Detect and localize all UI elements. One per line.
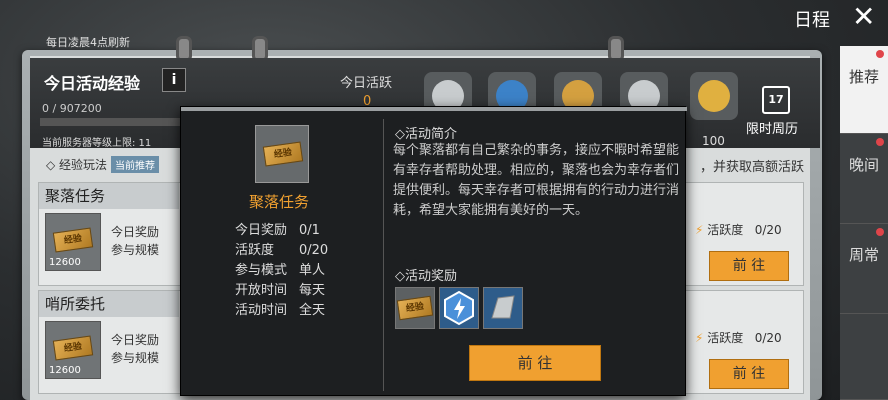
reward-scroll-slot[interactable] [483,287,523,329]
exp-ticket-icon: 经验 [262,141,304,167]
tab-evening[interactable]: 晚间 [840,134,888,224]
today-active-label: 今日活跃 [340,76,393,91]
card-active: ⚡ 活跃度 0/20 [695,329,782,346]
stat-row: 开放时间 每天 [235,281,328,301]
stat-row: 参与模式 单人 [235,261,328,281]
refresh-note: 每日凌晨4点刷新 [46,36,130,49]
side-tab-empty [840,314,888,400]
reward-label: 今日奖励 [111,333,160,347]
reward-label: 今日奖励 [111,225,160,239]
tab-weekly[interactable]: 周常 [840,224,888,314]
exp-ticket-icon: 经验 [396,295,434,321]
server-level-text: 当前服务器等级上限: 11 [42,138,152,149]
info-button[interactable]: i [162,68,186,92]
schedule-title: 日程 [794,10,830,31]
reward-title: ◇活动奖励 [395,269,457,284]
stat-value: 单人 [299,263,326,278]
active-label: 活跃度 [707,331,744,345]
card-thumbnail: 经验 12600 [45,321,101,379]
intro-text: 每个聚落都有自己繁杂的事务，接应不暇时希望能有幸存者帮助处理。相应的，聚落也会为… [393,143,680,218]
scale-label: 参与规模 [111,351,160,365]
notification-dot [876,228,884,236]
activity-name: 聚落任务 [249,193,310,211]
popup-go-button[interactable]: 前 往 [469,345,601,381]
tab-weekly-label: 周常 [848,246,879,264]
page-title: 今日活动经验 [44,74,141,93]
reward-exp-slot[interactable]: 经验 [395,287,435,329]
popup-top-border [181,107,687,111]
max-active-value: 100 [702,134,725,148]
activity-stats: 今日奖励 0/1 活跃度 0/20 参与模式 单人 开放时间 每天 活动时间 全天 [235,221,328,321]
stat-row: 今日奖励 0/1 [235,221,328,241]
activity-icon: 经验 [255,125,309,183]
scale-label: 参与规模 [111,243,160,257]
intro-title: ◇活动简介 [395,127,457,142]
thumb-number: 12600 [49,365,81,376]
stat-value: 0/20 [299,243,329,258]
tab-recommended-label: 推荐 [848,68,879,86]
stat-row: 活动时间 全天 [235,301,328,321]
go-button[interactable]: 前 往 [709,359,789,389]
recommended-tag: 当前推荐 [111,156,160,173]
stat-label: 参与模式 [235,263,288,278]
active-value: 0/20 [754,223,782,237]
milestone-reward-gold-icon[interactable] [690,72,738,120]
stat-row: 活跃度 0/20 [235,241,328,261]
exp-ticket-icon: 经验 [52,227,94,253]
card-meta: 今日奖励 参与规模 [111,331,159,367]
card-title: 聚落任务 [39,183,179,209]
energy-icon [444,290,474,326]
tab-evening-label: 晚间 [848,156,879,174]
stat-value: 0/1 [299,223,320,238]
active-label: 活跃度 [707,223,744,237]
stat-label: 开放时间 [235,283,288,298]
progress-text: 0 / 907200 [42,102,102,115]
notification-dot [876,138,884,146]
card-thumbnail: 经验 12600 [45,213,101,271]
close-icon[interactable]: ✕ [852,2,875,32]
tab-recommended[interactable]: 推荐 [840,46,888,134]
stat-label: 今日奖励 [235,223,288,238]
card-meta: 今日奖励 参与规模 [111,223,159,259]
reward-energy-slot[interactable] [439,287,479,329]
exp-section-label: ◇ 经验玩法 当前推荐 [46,156,160,173]
thumb-number: 12600 [49,257,81,268]
progress-bar [40,118,180,126]
go-button[interactable]: 前 往 [709,251,789,281]
bolt-icon: ⚡ [695,223,704,237]
calendar-icon[interactable]: 17 [762,86,790,114]
stat-value: 全天 [299,303,326,318]
divider [383,119,384,391]
active-value: 0/20 [754,331,782,345]
stat-label: 活动时间 [235,303,288,318]
exp-section-note: ，并获取高额活跃 [700,160,805,175]
scroll-icon [491,295,515,319]
exp-ticket-icon: 经验 [52,335,94,361]
bolt-icon: ⚡ [695,331,704,345]
notification-dot [876,50,884,58]
card-title: 哨所委托 [39,291,179,317]
stat-value: 每天 [299,283,326,298]
card-active: ⚡ 活跃度 0/20 [695,221,782,238]
calendar-label[interactable]: 限时周历 [746,118,798,137]
stat-label: 活跃度 [235,243,275,258]
exp-section-title: ◇ 经验玩法 [46,158,108,172]
activity-detail-popup: 经验 聚落任务 今日奖励 0/1 活跃度 0/20 参与模式 单人 开放时间 每天 活动… [180,106,687,396]
